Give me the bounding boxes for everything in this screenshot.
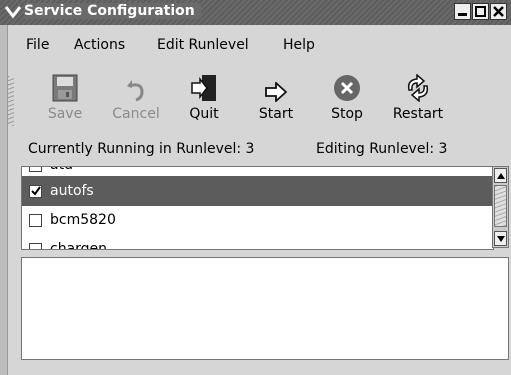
service-checkbox[interactable] bbox=[29, 213, 42, 227]
maximize-icon bbox=[475, 6, 486, 17]
triangle-up-icon bbox=[496, 172, 505, 179]
undo-arrow-icon bbox=[127, 80, 144, 102]
list-item[interactable]: autofs bbox=[22, 176, 493, 206]
toolbar: Save Cancel Quit Start Stop Restart bbox=[0, 70, 511, 134]
restart-label: Restart bbox=[392, 106, 444, 122]
title-bar: Service Configuration bbox=[0, 0, 511, 25]
service-name: bcm5820 bbox=[50, 212, 116, 228]
list-item[interactable]: chargen bbox=[22, 234, 493, 250]
running-runlevel-label: Currently Running in Runlevel: 3 bbox=[28, 141, 255, 157]
service-checkbox[interactable] bbox=[29, 167, 42, 172]
start-button[interactable]: Start bbox=[254, 70, 298, 122]
stop-label: Stop bbox=[331, 106, 363, 122]
scroll-down-button[interactable] bbox=[494, 231, 507, 246]
quit-button[interactable]: Quit bbox=[186, 70, 222, 122]
service-description-pane[interactable] bbox=[21, 257, 509, 360]
editing-runlevel-label: Editing Runlevel: 3 bbox=[316, 141, 448, 157]
service-name: atd bbox=[50, 167, 73, 173]
menu-help[interactable]: Help bbox=[283, 37, 315, 53]
stop-button[interactable]: Stop bbox=[327, 70, 367, 122]
restart-button[interactable]: Restart bbox=[388, 70, 448, 122]
close-button[interactable] bbox=[490, 3, 507, 20]
exit-door-icon bbox=[191, 75, 216, 101]
save-button[interactable]: Save bbox=[43, 70, 87, 122]
minimize-icon bbox=[458, 13, 467, 16]
floppy-disk-icon bbox=[52, 74, 78, 102]
save-label: Save bbox=[47, 106, 83, 122]
menu-edit-runlevel[interactable]: Edit Runlevel bbox=[157, 37, 249, 53]
service-checkbox[interactable] bbox=[29, 242, 42, 249]
start-label: Start bbox=[258, 106, 294, 122]
chevron-down-icon bbox=[5, 6, 21, 19]
cancel-label: Cancel bbox=[112, 106, 160, 122]
cancel-button[interactable]: Cancel bbox=[106, 70, 166, 122]
scroll-thumb[interactable] bbox=[494, 185, 507, 227]
menu-file[interactable]: File bbox=[26, 37, 49, 53]
right-arrow-icon bbox=[265, 82, 287, 102]
triangle-down-icon bbox=[496, 235, 505, 242]
service-checkbox[interactable] bbox=[29, 184, 42, 198]
quit-label: Quit bbox=[189, 106, 219, 122]
window-menu-button[interactable] bbox=[4, 3, 22, 21]
menu-actions[interactable]: Actions bbox=[74, 37, 125, 53]
stop-icon bbox=[334, 75, 360, 101]
menu-bar: File Actions Edit Runlevel Help bbox=[0, 37, 511, 57]
list-item[interactable]: bcm5820 bbox=[22, 205, 493, 235]
window-title: Service Configuration bbox=[24, 3, 201, 19]
list-scrollbar[interactable] bbox=[492, 166, 509, 248]
service-name: chargen bbox=[50, 241, 108, 250]
refresh-icon bbox=[407, 74, 429, 102]
scroll-up-button[interactable] bbox=[494, 168, 507, 183]
minimize-button[interactable] bbox=[454, 3, 471, 20]
toolbar-grip[interactable] bbox=[8, 76, 14, 126]
maximize-button[interactable] bbox=[472, 3, 489, 20]
service-name: autofs bbox=[50, 183, 94, 199]
checkmark-icon bbox=[30, 186, 41, 196]
close-icon bbox=[493, 6, 504, 17]
service-list[interactable]: atd autofs bcm5820 chargen bbox=[21, 166, 494, 250]
